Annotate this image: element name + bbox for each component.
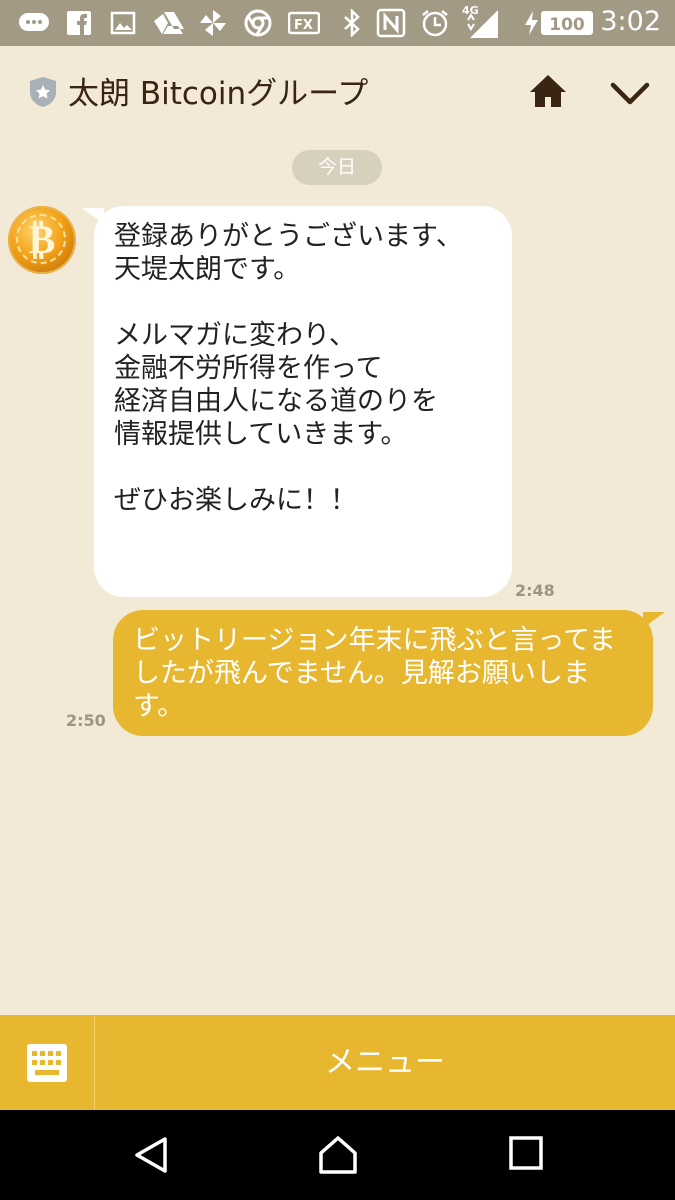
signal-icon xyxy=(462,8,502,38)
back-icon[interactable] xyxy=(133,1135,169,1175)
recents-icon[interactable] xyxy=(508,1135,544,1171)
outgoing-message-bubble[interactable]: ビットリージョン年末に飛ぶと言ってましたが飛んでません。見解お願いします。 xyxy=(113,610,665,736)
charging-icon xyxy=(522,8,540,38)
bluetooth-icon xyxy=(342,8,362,38)
keyboard-icon xyxy=(27,1044,67,1082)
pinwheel-icon xyxy=(198,8,228,38)
system-navigation-bar xyxy=(0,1110,675,1200)
image-icon xyxy=(110,8,136,38)
avatar[interactable]: ₿ xyxy=(8,206,76,274)
status-bar: FX 4G 100 3:02 xyxy=(0,0,675,46)
message-timestamp: 2:48 xyxy=(515,581,555,600)
home-button[interactable] xyxy=(528,72,568,112)
fx-icon: FX xyxy=(288,8,320,38)
keyboard-toggle-button[interactable] xyxy=(0,1015,95,1110)
collapse-button[interactable] xyxy=(608,76,652,110)
chat-title: 太朗 Bitcoinグループ xyxy=(68,76,369,112)
bubble-tail xyxy=(82,208,104,224)
clock: 3:02 xyxy=(600,6,661,37)
incoming-message-bubble[interactable]: 登録ありがとうございます、 天堤太朗です。 メルマガに変わり、 金融不労所得を作… xyxy=(82,206,512,597)
chrome-icon xyxy=(244,8,272,38)
svg-text:FX: FX xyxy=(294,18,313,33)
chat-header: 太朗 Bitcoinグループ xyxy=(0,46,675,138)
chevron-down-icon xyxy=(610,82,650,105)
bottom-menu-bar: メニュー xyxy=(0,1015,675,1110)
home-nav-icon[interactable] xyxy=(318,1135,358,1175)
drive-icon xyxy=(154,8,184,38)
home-icon xyxy=(530,75,566,107)
bubble-tail xyxy=(643,612,665,628)
message-icon xyxy=(18,8,50,38)
battery-level: 100 xyxy=(549,15,585,35)
alarm-icon xyxy=(420,8,450,38)
message-timestamp: 2:50 xyxy=(66,711,106,730)
incoming-message-text: 登録ありがとうございます、 天堤太朗です。 メルマガに変わり、 金融不労所得を作… xyxy=(114,221,463,516)
bitcoin-icon: ₿ xyxy=(28,216,56,263)
shield-icon xyxy=(29,76,57,112)
battery-icon: 100 xyxy=(541,11,593,35)
date-separator: 今日 xyxy=(292,150,382,185)
menu-button[interactable]: メニュー xyxy=(95,1015,675,1110)
nfc-icon xyxy=(376,8,406,38)
facebook-icon xyxy=(66,8,92,38)
outgoing-message-text: ビットリージョン年末に飛ぶと言ってましたが飛んでません。見解お願いします。 xyxy=(133,625,616,722)
